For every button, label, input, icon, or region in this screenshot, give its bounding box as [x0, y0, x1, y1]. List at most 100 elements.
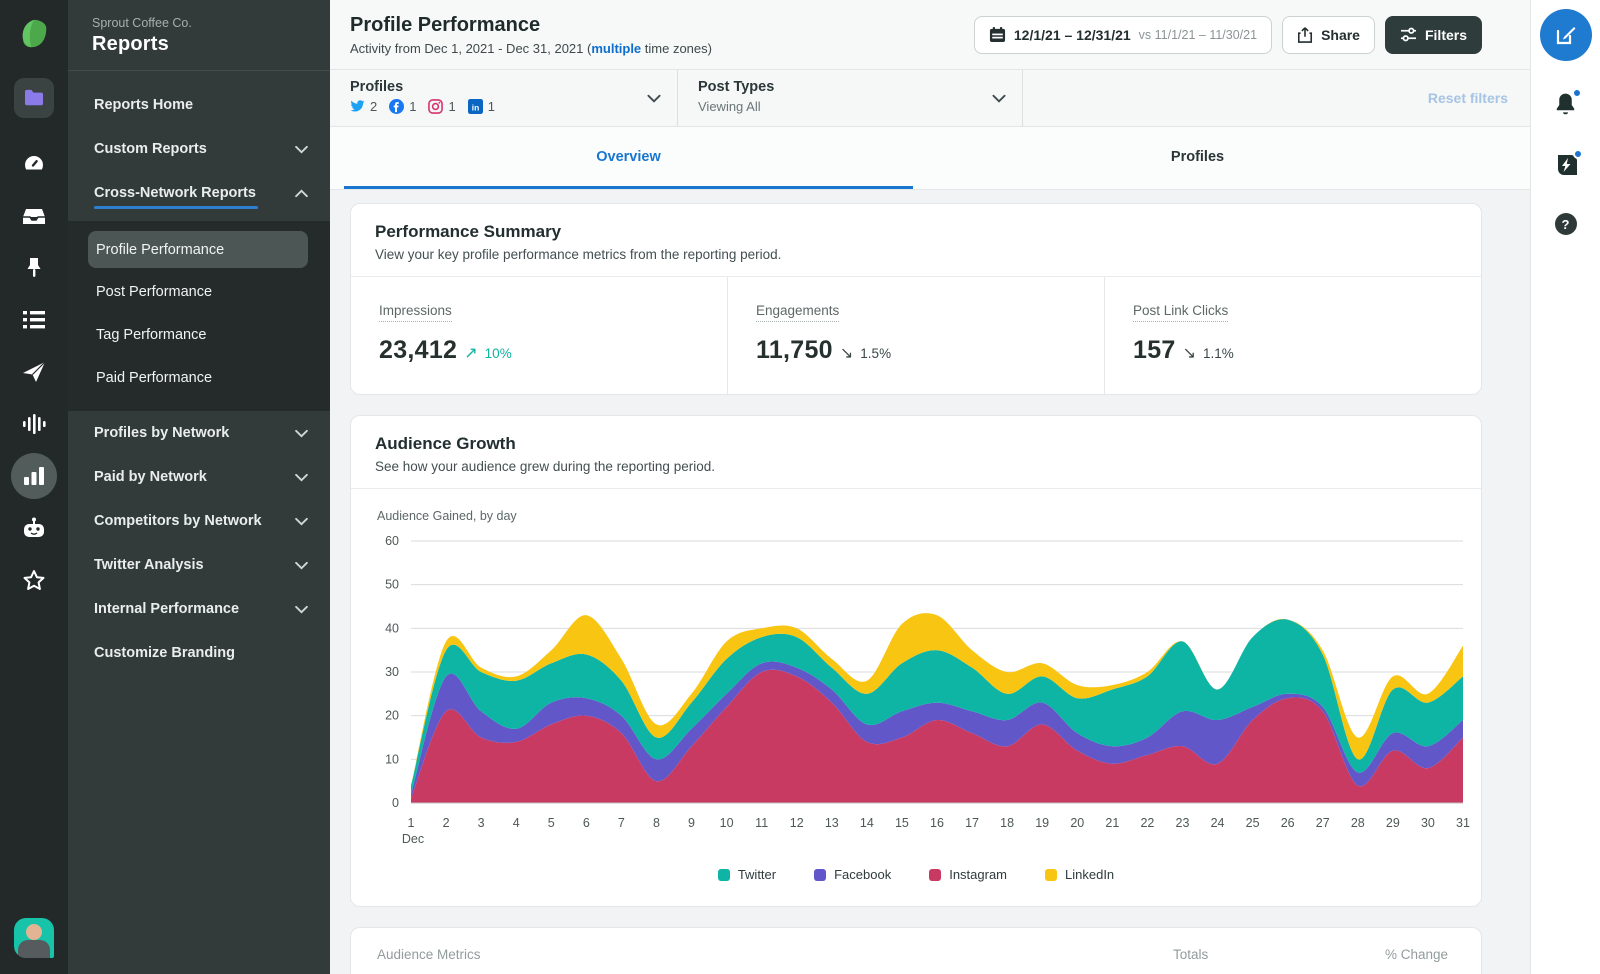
audience-metrics-header-row: Audience Metrics Totals % Change [351, 928, 1481, 974]
network-count: 1 [448, 99, 456, 114]
svg-text:3: 3 [478, 816, 485, 830]
content-area: Performance Summary View your key profil… [330, 190, 1530, 974]
sidebar-item-label: Customize Branding [94, 645, 235, 661]
compose-button[interactable] [1539, 9, 1592, 61]
svg-text:12: 12 [790, 816, 804, 830]
sidebar-item-profiles-by-network[interactable]: Profiles by Network [68, 411, 330, 455]
audience-growth-card: Audience Growth See how your audience gr… [350, 415, 1482, 907]
sidebar-item-profile-performance[interactable]: Profile Performance [88, 231, 308, 268]
filter-bar: Profiles 2 1 1 in 1 Post Types Viewing All R… [330, 70, 1530, 127]
trend-up-icon: ↗ [464, 345, 478, 362]
svg-text:26: 26 [1281, 816, 1295, 830]
share-icon [1298, 27, 1313, 43]
rail-folder-button[interactable] [0, 72, 68, 124]
svg-text:22: 22 [1140, 816, 1154, 830]
trend-down-icon: ↘ [1182, 345, 1197, 362]
svg-text:11: 11 [755, 816, 768, 830]
audience-metrics-card: Audience Metrics Totals % Change [350, 927, 1482, 974]
rail-dashboard-button[interactable] [0, 138, 68, 190]
sidebar-item-customize-branding[interactable]: Customize Branding [68, 631, 330, 675]
help-button[interactable]: ? [1554, 213, 1577, 235]
svg-text:9: 9 [688, 816, 695, 830]
metric-change: 10% [484, 346, 512, 361]
audience-growth-chart: 01020304050601 2 3 4 5 6 7 8 9 10 11 12 13 14 15 16 17 18… [385, 534, 1470, 846]
totals-column-label: Totals [1173, 947, 1209, 962]
sidebar-item-cross-network-reports[interactable]: Cross-Network Reports [68, 171, 330, 215]
metric-label[interactable]: Impressions [379, 303, 452, 322]
rail-send-button[interactable] [0, 346, 68, 398]
metric-label[interactable]: Post Link Clicks [1133, 303, 1229, 322]
app-window: Sprout Coffee Co. Reports Reports Home Cu… [0, 0, 1600, 974]
page-header-actions: 12/1/21 – 12/31/21 vs 11/1/21 – 11/30/21… [973, 15, 1482, 54]
rail-tasks-button[interactable] [0, 294, 68, 346]
sidebar-item-paid-by-network[interactable]: Paid by Network [68, 455, 330, 499]
svg-text:23: 23 [1176, 816, 1190, 830]
metric-value-row: 157 ↘ 1.1% [1133, 336, 1481, 365]
summary-card-subtitle: View your key profile performance metric… [375, 247, 782, 262]
metric-label[interactable]: Engagements [756, 303, 840, 322]
post-types-filter[interactable]: Post Types Viewing All [678, 70, 1022, 126]
notifications-button[interactable] [1553, 88, 1582, 122]
legend-item-instagram[interactable]: Instagram [929, 867, 1007, 882]
user-avatar[interactable] [14, 918, 54, 958]
inbox-icon [23, 208, 45, 224]
sidebar-item-label: Custom Reports [94, 141, 207, 157]
rail-automation-button[interactable] [0, 502, 68, 554]
rail-inbox-button[interactable] [0, 190, 68, 242]
sidebar-item-reports-home[interactable]: Reports Home [68, 83, 330, 127]
facebook-profile-count: 1 [389, 99, 416, 114]
reports-sidebar: Sprout Coffee Co. Reports Reports Home Cu… [68, 0, 330, 974]
reset-filters-link[interactable]: Reset filters [1428, 90, 1530, 106]
filters-button[interactable]: Filters [1384, 15, 1482, 54]
sprout-logo[interactable] [14, 14, 54, 54]
legend-item-twitter[interactable]: Twitter [717, 867, 776, 882]
sidebar-item-post-performance[interactable]: Post Performance [68, 270, 330, 313]
legend-swatch [1045, 868, 1058, 881]
whats-new-dot [1572, 149, 1583, 159]
rail-reviews-button[interactable] [0, 554, 68, 606]
bar-chart-icon [24, 467, 44, 485]
tab-profiles[interactable]: Profiles [913, 127, 1482, 189]
svg-text:30: 30 [1421, 816, 1435, 830]
multiple-timezones-link[interactable]: multiple [591, 41, 641, 56]
whats-new-button[interactable] [1553, 149, 1583, 183]
rail-reports-button[interactable] [0, 450, 68, 502]
date-compare-value: vs 11/1/21 – 11/30/21 [1138, 27, 1258, 42]
network-count: 1 [409, 99, 417, 114]
legend-item-linkedin[interactable]: LinkedIn [1045, 867, 1114, 882]
rail-listening-button[interactable] [0, 398, 68, 450]
metrics-row: Impressions 23,412 ↗ 10% Engagements 11,… [351, 277, 1481, 394]
svg-text:15: 15 [895, 816, 909, 830]
share-button[interactable]: Share [1282, 15, 1375, 54]
date-range-button[interactable]: 12/1/21 – 12/31/21 vs 11/1/21 – 11/30/21 [973, 15, 1273, 54]
sidebar-item-internal-performance[interactable]: Internal Performance [68, 587, 330, 631]
folder-icon [25, 89, 43, 106]
chevron-down-icon [295, 561, 308, 570]
sidebar-item-custom-reports[interactable]: Custom Reports [68, 127, 330, 171]
sidebar-item-label: Profiles by Network [94, 425, 230, 441]
facebook-icon [389, 99, 405, 114]
svg-text:in: in [471, 102, 478, 112]
profiles-filter[interactable]: Profiles 2 1 1 in 1 [330, 70, 677, 126]
svg-text:10: 10 [385, 752, 399, 766]
sidebar-item-label: Reports Home [94, 97, 194, 113]
sidebar-item-competitors-by-network[interactable]: Competitors by Network [68, 499, 330, 543]
change-column-label: % Change [1385, 947, 1449, 962]
sidebar-item-tag-performance[interactable]: Tag Performance [68, 313, 330, 356]
svg-text:1: 1 [408, 816, 415, 830]
summary-card-header: Performance Summary View your key profil… [351, 204, 1481, 277]
tab-overview[interactable]: Overview [344, 127, 913, 189]
paper-plane-icon [23, 361, 46, 382]
svg-text:20: 20 [385, 709, 399, 723]
sidebar-item-paid-performance[interactable]: Paid Performance [68, 356, 330, 399]
sidebar-item-label: Competitors by Network [94, 513, 262, 529]
metric-value-row: 11,750 ↘ 1.5% [756, 336, 1104, 365]
sidebar-item-twitter-analysis[interactable]: Twitter Analysis [68, 543, 330, 587]
rail-publishing-button[interactable] [0, 242, 68, 294]
svg-text:50: 50 [385, 578, 399, 592]
filter-divider [1022, 70, 1023, 126]
legend-item-facebook[interactable]: Facebook [814, 867, 891, 882]
legend-label: Instagram [949, 867, 1008, 882]
chart-legend: Twitter Facebook Instagram LinkedIn [351, 867, 1481, 882]
svg-text:16: 16 [930, 816, 944, 830]
